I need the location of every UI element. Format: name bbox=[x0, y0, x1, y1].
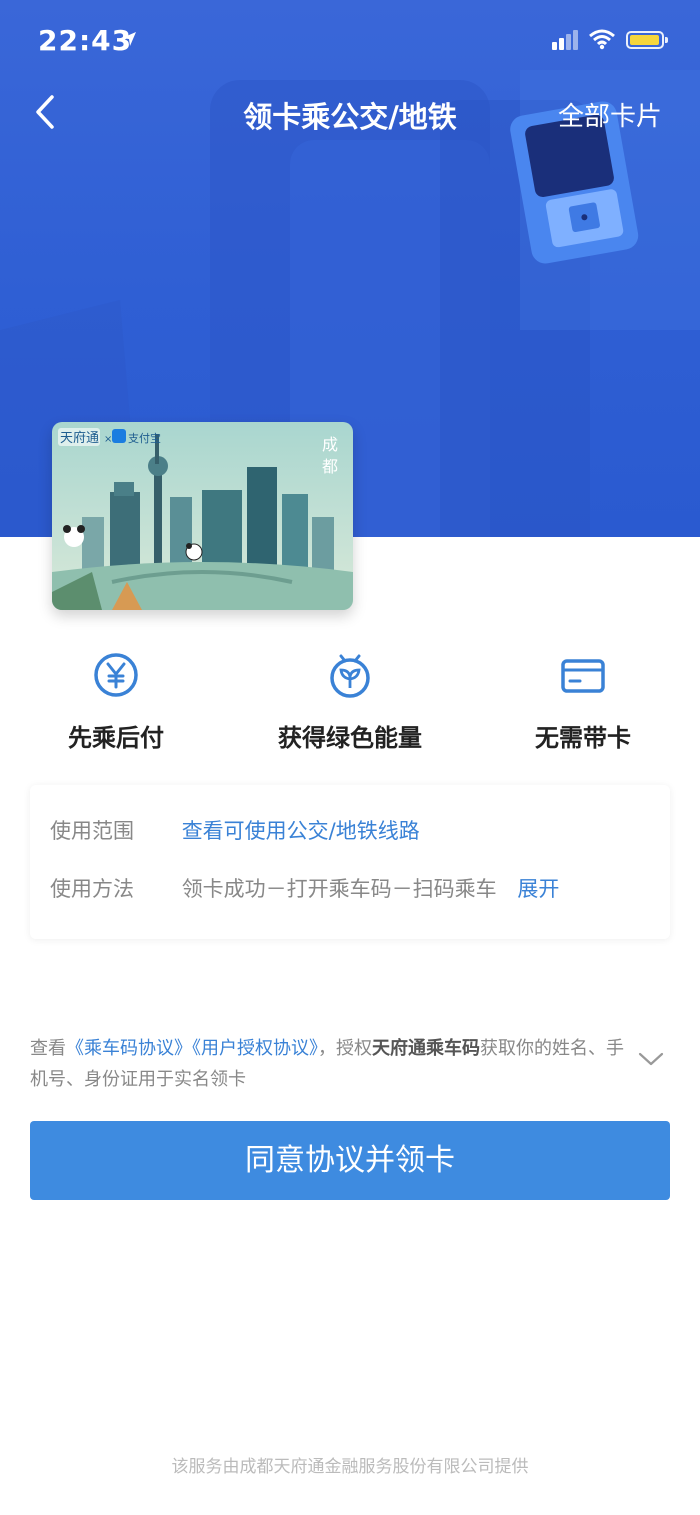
nav-bar: 领卡乘公交/地铁 全部卡片 bbox=[0, 82, 700, 142]
agreement-middle: ，授权 bbox=[318, 1038, 372, 1059]
usage-scope-row: 使用范围 查看可使用公交/地铁线路 bbox=[50, 815, 420, 845]
sprout-icon bbox=[330, 654, 370, 698]
usage-method-row: 使用方法 领卡成功－打开乘车码－扫码乘车 展开 bbox=[50, 873, 559, 903]
feature-pay-later: 先乘后付 bbox=[16, 650, 216, 753]
card-brand-tianfutong: 天府通 bbox=[60, 431, 99, 446]
chevron-down-icon[interactable] bbox=[637, 1050, 665, 1068]
feature-label: 获得绿色能量 bbox=[278, 724, 422, 752]
ride-code-agreement-link[interactable]: 《乘车码协议》 bbox=[66, 1038, 192, 1059]
card-city-bottom: 都 bbox=[322, 457, 338, 476]
yen-icon bbox=[94, 653, 138, 697]
location-arrow-icon bbox=[122, 32, 136, 46]
wifi-icon bbox=[589, 29, 615, 50]
status-time: 22:43 bbox=[38, 24, 133, 57]
svg-text:×: × bbox=[104, 434, 112, 445]
agreement-text: 查看《乘车码协议》《用户授权协议》，授权天府通乘车码获取你的姓名、手机号、身份证… bbox=[30, 1033, 630, 1095]
card-city-top: 成 bbox=[322, 435, 338, 454]
card-artwork: 天府通 × 支付宝 成 都 bbox=[52, 422, 353, 610]
agreement-prefix: 查看 bbox=[30, 1038, 66, 1059]
feature-label: 无需带卡 bbox=[535, 724, 631, 752]
usage-method-text: 领卡成功－打开乘车码－扫码乘车 bbox=[181, 877, 497, 901]
card-brand-alipay: 支付宝 bbox=[128, 431, 161, 445]
usage-scope-label: 使用范围 bbox=[50, 819, 134, 843]
transit-card: 天府通 × 支付宝 成 都 成都 bbox=[52, 422, 353, 610]
feature-green-energy: 获得绿色能量 bbox=[250, 650, 450, 753]
signal-icon bbox=[552, 30, 578, 50]
agree-and-claim-button[interactable]: 同意协议并领卡 bbox=[30, 1121, 670, 1200]
feature-no-card: 无需带卡 bbox=[483, 650, 683, 753]
feature-row: 先乘后付 获得绿色能量 无需带卡 bbox=[0, 650, 700, 760]
agreement-bold: 天府通乘车码 bbox=[372, 1038, 480, 1059]
expand-link[interactable]: 展开 bbox=[517, 877, 559, 901]
provider-footer: 该服务由成都天府通金融服务股份有限公司提供 bbox=[171, 1457, 529, 1477]
view-routes-link[interactable]: 查看可使用公交/地铁线路 bbox=[182, 819, 420, 843]
battery-icon bbox=[626, 31, 668, 49]
card-icon bbox=[561, 659, 605, 693]
user-auth-agreement-link[interactable]: 《用户授权协议》 bbox=[192, 1038, 318, 1059]
feature-label: 先乘后付 bbox=[68, 724, 164, 752]
status-bar: 22:43 bbox=[0, 0, 700, 80]
usage-method-label: 使用方法 bbox=[50, 877, 134, 901]
usage-info-panel: 使用范围 查看可使用公交/地铁线路 使用方法 领卡成功－打开乘车码－扫码乘车 展… bbox=[30, 785, 670, 939]
all-cards-button[interactable]: 全部卡片 bbox=[558, 96, 662, 133]
